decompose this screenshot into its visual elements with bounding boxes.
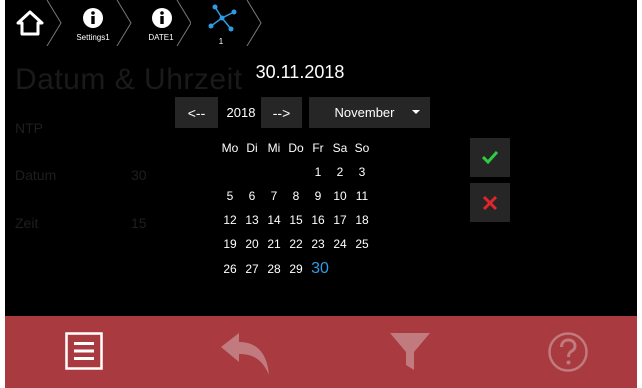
calendar-day[interactable]: 24: [329, 237, 351, 251]
calendar-day[interactable]: 17: [329, 213, 351, 227]
calendar-day[interactable]: 10: [329, 189, 351, 203]
next-year-button[interactable]: -->: [261, 97, 302, 128]
home-icon: [16, 10, 44, 36]
breadcrumb-item-settings[interactable]: Settings1: [63, 0, 133, 46]
breadcrumb: Settings1 DATE1 1: [5, 0, 637, 46]
date-value: 30: [131, 167, 147, 183]
calendar-day[interactable]: 1: [307, 165, 329, 179]
calendar-day[interactable]: 16: [307, 213, 329, 227]
breadcrumb-item-label: Settings1: [76, 33, 110, 42]
calendar-day[interactable]: 22: [285, 237, 307, 251]
calendar-day[interactable]: 26: [219, 262, 241, 276]
calendar-day[interactable]: 2: [329, 165, 351, 179]
checkmark-icon: [482, 150, 498, 164]
home-button[interactable]: [5, 0, 63, 46]
info-circle-icon: [152, 8, 172, 28]
ntp-label: NTP: [15, 120, 43, 136]
weekday-label: Fr: [312, 141, 324, 155]
menu-button[interactable]: [61, 316, 111, 388]
bottom-toolbar: [5, 316, 637, 388]
calendar-day[interactable]: 28: [263, 262, 285, 276]
confirm-button[interactable]: [470, 138, 510, 177]
calendar-day[interactable]: 18: [351, 213, 373, 227]
screen: Settings1 DATE1 1 Datum & Uhrzeit NTP Da…: [5, 0, 637, 388]
calendar-day[interactable]: 6: [241, 189, 263, 203]
cancel-button[interactable]: [470, 183, 510, 222]
calendar-day[interactable]: 8: [285, 189, 307, 203]
calendar-day[interactable]: 9: [307, 189, 329, 203]
calendar-day[interactable]: 25: [351, 237, 373, 251]
calendar-day[interactable]: 13: [241, 213, 263, 227]
help-icon: [548, 332, 588, 372]
year-display: 2018: [226, 105, 256, 120]
back-button[interactable]: [217, 316, 277, 388]
weekday-label: Mo: [221, 141, 239, 155]
menu-icon: [65, 332, 103, 370]
close-icon: [482, 195, 498, 211]
weekday-label: Sa: [332, 141, 348, 155]
info-circle-icon: [83, 8, 103, 28]
breadcrumb-item-date[interactable]: DATE1: [133, 0, 191, 46]
page-title: Datum & Uhrzeit: [15, 63, 243, 96]
calendar-day[interactable]: 12: [219, 213, 241, 227]
help-button[interactable]: [545, 316, 595, 388]
calendar-day[interactable]: 27: [241, 262, 263, 276]
breadcrumb-item-network[interactable]: 1: [191, 0, 263, 46]
calendar-day[interactable]: 29: [285, 262, 307, 276]
breadcrumb-item-label: 1: [218, 37, 224, 46]
calendar-day[interactable]: 5: [219, 189, 241, 203]
prev-year-button[interactable]: <--: [175, 97, 218, 128]
calendar-day[interactable]: 19: [219, 237, 241, 251]
calendar-day[interactable]: 20: [241, 237, 263, 251]
back-arrow-icon: [221, 333, 269, 375]
time-value: 15: [131, 215, 147, 231]
calendar-day[interactable]: 14: [263, 213, 285, 227]
month-select-value: November: [334, 105, 395, 120]
weekday-label: Di: [246, 141, 258, 155]
calendar-day[interactable]: 3: [351, 165, 373, 179]
calendar-day[interactable]: 21: [263, 237, 285, 251]
weekday-label: So: [354, 141, 370, 155]
chevron-down-icon: [412, 110, 420, 114]
calendar-day-today[interactable]: 30: [307, 260, 333, 278]
weekday-label: Mi: [267, 141, 281, 155]
calendar-day[interactable]: 11: [351, 189, 373, 203]
filter-button[interactable]: [385, 316, 435, 388]
network-icon: [208, 4, 237, 32]
calendar-day[interactable]: 15: [285, 213, 307, 227]
filter-icon: [390, 333, 430, 370]
weekday-label: Do: [288, 141, 304, 155]
calendar-day[interactable]: 23: [307, 237, 329, 251]
selected-date: 30.11.2018: [255, 62, 345, 82]
breadcrumb-item-label: DATE1: [148, 33, 174, 42]
date-label: Datum: [15, 167, 57, 183]
month-select[interactable]: November: [309, 97, 430, 128]
time-label: Zeit: [15, 215, 39, 231]
calendar-day[interactable]: 7: [263, 189, 285, 203]
